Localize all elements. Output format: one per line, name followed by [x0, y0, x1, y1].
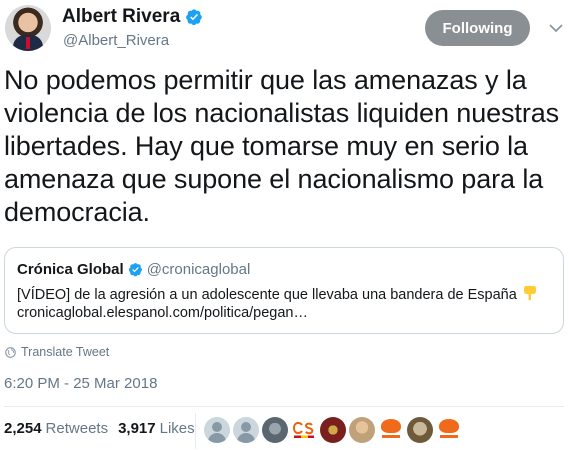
following-button[interactable]: Following	[425, 10, 530, 46]
liker-avatar[interactable]	[233, 417, 259, 443]
quoted-text-line: [VÍDEO] de la agresión a un adolescente …	[17, 285, 537, 303]
likes-stat[interactable]: 3,917 Likes	[118, 420, 195, 437]
likers-avatars	[204, 417, 465, 443]
liker-avatar[interactable]	[320, 417, 346, 443]
translate-label[interactable]: Translate Tweet	[21, 345, 109, 359]
translate-tweet-link[interactable]: Translate Tweet	[5, 345, 109, 359]
verified-badge-icon	[128, 263, 142, 277]
tweet-timestamp[interactable]: 6:20 PM - 25 Mar 2018	[4, 375, 157, 392]
likes-label[interactable]: Likes	[160, 420, 195, 437]
stats-divider	[195, 413, 196, 449]
quoted-display-name: Crónica Global	[17, 261, 124, 278]
quoted-tweet-card[interactable]: Crónica Global @cronicaglobal [VÍDEO] de…	[4, 247, 564, 334]
liker-avatar[interactable]	[204, 417, 230, 443]
liker-avatar[interactable]	[436, 417, 462, 443]
liker-avatar[interactable]	[349, 417, 375, 443]
tweet-stats: 2,254 Retweets 3,917 Likes	[4, 420, 205, 437]
liker-avatar[interactable]	[378, 417, 404, 443]
liker-avatar[interactable]	[407, 417, 433, 443]
quoted-link[interactable]: cronicaglobal.elespanol.com/politica/peg…	[17, 305, 308, 321]
quoted-text: [VÍDEO] de la agresión a un adolescente …	[17, 287, 517, 303]
quoted-author-row: Crónica Global @cronicaglobal	[17, 261, 250, 278]
cs-logo-icon	[293, 421, 314, 438]
retweets-label[interactable]: Retweets	[46, 420, 109, 437]
author-display-name[interactable]: Albert Rivera	[62, 6, 180, 28]
likes-count[interactable]: 3,917	[118, 420, 156, 437]
chevron-down-icon[interactable]	[548, 20, 564, 36]
retweets-stat[interactable]: 2,254 Retweets	[4, 420, 108, 437]
author-avatar[interactable]	[5, 5, 51, 51]
author-handle[interactable]: @Albert_Rivera	[63, 32, 169, 49]
divider	[4, 406, 564, 407]
quoted-handle: @cronicaglobal	[146, 261, 251, 278]
tweet-text: No podemos permitir que las amenazas y l…	[4, 65, 560, 227]
retweets-count[interactable]: 2,254	[4, 420, 42, 437]
pointing-down-hand-icon	[523, 286, 536, 301]
verified-badge-icon	[186, 9, 203, 26]
tweet-header: Albert Rivera @Albert_Rivera Following	[0, 0, 569, 60]
liker-avatar[interactable]	[291, 417, 317, 443]
liker-avatar[interactable]	[262, 417, 288, 443]
globe-icon	[5, 346, 16, 358]
author-name-row[interactable]: Albert Rivera	[62, 6, 203, 28]
